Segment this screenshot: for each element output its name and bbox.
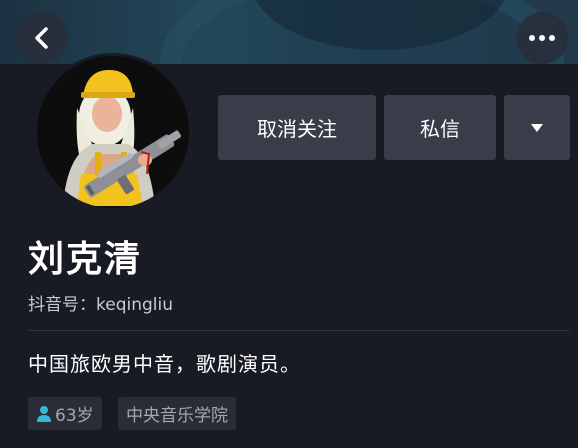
message-button[interactable]: 私信 (384, 95, 496, 160)
cover-banner (0, 0, 578, 64)
caret-down-icon (531, 123, 543, 132)
profile-bio: 中国旅欧男中音，歌剧演员。 (28, 352, 301, 376)
recommend-dropdown-button[interactable] (504, 95, 570, 160)
douyin-id-value: keqingliu (96, 295, 173, 315)
person-icon (36, 405, 52, 423)
more-dots-icon (529, 35, 555, 41)
message-button-label: 私信 (420, 117, 460, 141)
chevron-left-icon (35, 27, 48, 49)
profile-name: 刘克清 (28, 239, 143, 280)
divider (28, 330, 570, 331)
avatar-image (37, 56, 189, 208)
douyin-id-label: 抖音号： (28, 295, 96, 315)
more-button[interactable] (516, 12, 568, 64)
school-tag[interactable]: 中央音乐学院 (118, 397, 236, 430)
avatar[interactable] (34, 53, 192, 211)
age-value: 63岁 (55, 406, 94, 426)
unfollow-button-label: 取消关注 (257, 117, 337, 141)
douyin-id: 抖音号：keqingliu (28, 290, 173, 315)
profile-screen: 取消关注 私信 刘克清 抖音号：keqingliu 中国旅欧男中音，歌剧演员。 … (0, 0, 578, 448)
age-tag: 63岁 (28, 397, 102, 430)
unfollow-button[interactable]: 取消关注 (218, 95, 376, 160)
back-button[interactable] (16, 12, 68, 64)
school-name: 中央音乐学院 (126, 406, 228, 426)
